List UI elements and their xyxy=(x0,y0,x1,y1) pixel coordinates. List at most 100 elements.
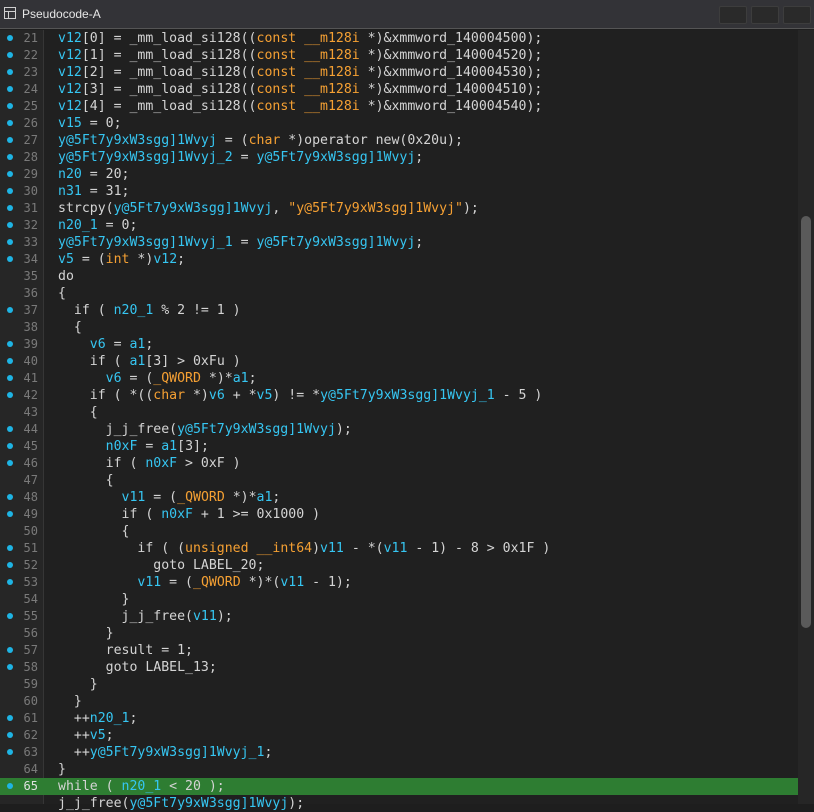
code-line[interactable]: 33 y@5Ft7y9xW3sgg]1Wvyj_1 = y@5Ft7y9xW3sg… xyxy=(0,234,798,251)
code-text: while ( n20_1 < 20 ); xyxy=(58,779,225,794)
breakpoint-dot-icon[interactable] xyxy=(7,647,13,653)
code-text: ++n20_1; xyxy=(58,711,138,726)
code-line[interactable]: 49 if ( n0xF + 1 >= 0x1000 ) xyxy=(0,506,798,523)
breakpoint-dot-icon[interactable] xyxy=(7,307,13,313)
code-text: if ( n20_1 % 2 != 1 ) xyxy=(58,303,241,318)
code-line[interactable]: 55 j_j_free(v11); xyxy=(0,608,798,625)
code-line[interactable]: 23 v12[2] = _mm_load_si128((const __m128i… xyxy=(0,64,798,81)
breakpoint-dot-icon[interactable] xyxy=(7,613,13,619)
code-line[interactable]: 65 while ( n20_1 < 20 ); xyxy=(0,778,798,795)
code-line[interactable]: 28 y@5Ft7y9xW3sgg]1Wvyj_2 = y@5Ft7y9xW3sg… xyxy=(0,149,798,166)
breakpoint-dot-icon[interactable] xyxy=(7,341,13,347)
vertical-scrollbar[interactable] xyxy=(798,30,814,804)
code-line[interactable]: 26 v15 = 0; xyxy=(0,115,798,132)
code-line[interactable]: 50 { xyxy=(0,523,798,540)
breakpoint-dot-icon[interactable] xyxy=(7,392,13,398)
breakpoint-dot-icon[interactable] xyxy=(7,511,13,517)
code-line[interactable]: 60 } xyxy=(0,693,798,710)
code-line[interactable]: 63 ++y@5Ft7y9xW3sgg]1Wvyj_1; xyxy=(0,744,798,761)
breakpoint-dot-icon[interactable] xyxy=(7,256,13,262)
code-line[interactable]: 22 v12[1] = _mm_load_si128((const __m128i… xyxy=(0,47,798,64)
breakpoint-dot-icon[interactable] xyxy=(7,443,13,449)
breakpoint-dot-icon[interactable] xyxy=(7,137,13,143)
code-line[interactable]: 40 if ( a1[3] > 0xFu ) xyxy=(0,353,798,370)
breakpoint-dot-icon[interactable] xyxy=(7,358,13,364)
breakpoint-dot-icon[interactable] xyxy=(7,562,13,568)
code-text: v6 = (_QWORD *)*a1; xyxy=(105,371,257,386)
window-button-close[interactable] xyxy=(783,6,811,24)
code-line[interactable]: 64} xyxy=(0,761,798,778)
code-line[interactable]: 58 goto LABEL_13; xyxy=(0,659,798,676)
breakpoint-dot-icon[interactable] xyxy=(7,205,13,211)
code-line[interactable]: 36 { xyxy=(0,285,798,302)
code-line[interactable]: 44 j_j_free(y@5Ft7y9xW3sgg]1Wvyj); xyxy=(0,421,798,438)
breakpoint-dot-icon[interactable] xyxy=(7,171,13,177)
code-line[interactable]: 32 n20_1 = 0; xyxy=(0,217,798,234)
code-line[interactable]: 30 n31 = 31; xyxy=(0,183,798,200)
code-text: if ( (unsigned __int64)v11 - *(v11 - 1) … xyxy=(58,541,551,556)
breakpoint-dot-icon[interactable] xyxy=(7,375,13,381)
breakpoint-dot-icon[interactable] xyxy=(7,154,13,160)
breakpoint-dot-icon[interactable] xyxy=(7,86,13,92)
code-text: { xyxy=(58,286,66,301)
code-line[interactable]: 38 { xyxy=(0,319,798,336)
breakpoint-dot-icon[interactable] xyxy=(7,664,13,670)
code-line[interactable]: 54 } xyxy=(0,591,798,608)
code-line[interactable]: 48 v11 = (_QWORD *)*a1; xyxy=(0,489,798,506)
code-line[interactable]: 31 strcpy(y@5Ft7y9xW3sgg]1Wvyj, "y@5Ft7y9… xyxy=(0,200,798,217)
breakpoint-dot-icon[interactable] xyxy=(7,188,13,194)
breakpoint-dot-icon[interactable] xyxy=(7,494,13,500)
code-line[interactable]: 47 { xyxy=(0,472,798,489)
code-line[interactable]: 35 do xyxy=(0,268,798,285)
breakpoint-dot-icon[interactable] xyxy=(7,35,13,41)
code-text: do xyxy=(58,269,74,284)
code-line[interactable]: 29 n20 = 20; xyxy=(0,166,798,183)
code-text: n0xF = a1[3]; xyxy=(105,439,209,454)
line-number: 64 xyxy=(23,762,38,776)
breakpoint-dot-icon[interactable] xyxy=(7,749,13,755)
code-line[interactable]: 24 v12[3] = _mm_load_si128((const __m128i… xyxy=(0,81,798,98)
code-line[interactable]: 46 if ( n0xF > 0xF ) xyxy=(0,455,798,472)
breakpoint-dot-icon[interactable] xyxy=(7,545,13,551)
code-line[interactable]: 45 n0xF = a1[3]; xyxy=(0,438,798,455)
line-number: 39 xyxy=(23,337,38,351)
breakpoint-dot-icon[interactable] xyxy=(7,460,13,466)
code-line[interactable]: 39 v6 = a1; xyxy=(0,336,798,353)
window-button-maximize[interactable] xyxy=(751,6,779,24)
breakpoint-dot-icon[interactable] xyxy=(7,239,13,245)
code-line[interactable]: 56 } xyxy=(0,625,798,642)
code-text: n31 = 31; xyxy=(58,184,130,199)
breakpoint-dot-icon[interactable] xyxy=(7,69,13,75)
code-line[interactable]: 61 ++n20_1; xyxy=(0,710,798,727)
pseudocode-window-icon xyxy=(4,7,16,19)
line-number: 51 xyxy=(23,541,38,555)
code-line[interactable]: 25 v12[4] = _mm_load_si128((const __m128i… xyxy=(0,98,798,115)
breakpoint-dot-icon[interactable] xyxy=(7,579,13,585)
pseudocode-editor[interactable]: 21 v12[0] = _mm_load_si128((const __m128i… xyxy=(0,30,814,811)
breakpoint-dot-icon[interactable] xyxy=(7,103,13,109)
code-line[interactable]: 59 } xyxy=(0,676,798,693)
breakpoint-dot-icon[interactable] xyxy=(7,732,13,738)
code-line[interactable]: 37 if ( n20_1 % 2 != 1 ) xyxy=(0,302,798,319)
code-line[interactable]: 51 if ( (unsigned __int64)v11 - *(v11 - … xyxy=(0,540,798,557)
breakpoint-dot-icon[interactable] xyxy=(7,120,13,126)
breakpoint-dot-icon[interactable] xyxy=(7,222,13,228)
code-line[interactable]: 34 v5 = (int *)v12; xyxy=(0,251,798,268)
code-line[interactable]: 52 goto LABEL_20; xyxy=(0,557,798,574)
code-line[interactable]: 42 if ( *((char *)v6 + *v5) != *y@5Ft7y9… xyxy=(0,387,798,404)
code-line[interactable]: 62 ++v5; xyxy=(0,727,798,744)
code-line[interactable]: 53 v11 = (_QWORD *)*(v11 - 1); xyxy=(0,574,798,591)
code-line[interactable]: 27 y@5Ft7y9xW3sgg]1Wvyj = (char *)operato… xyxy=(0,132,798,149)
breakpoint-dot-icon[interactable] xyxy=(7,52,13,58)
breakpoint-dot-icon[interactable] xyxy=(7,783,13,789)
code-text: } xyxy=(58,592,130,607)
breakpoint-dot-icon[interactable] xyxy=(7,715,13,721)
code-line[interactable]: 41 v6 = (_QWORD *)*a1; xyxy=(0,370,798,387)
code-line[interactable]: 21 v12[0] = _mm_load_si128((const __m128i… xyxy=(0,30,798,47)
scrollbar-thumb[interactable] xyxy=(801,216,811,628)
code-line[interactable]: 57 result = 1; xyxy=(0,642,798,659)
window-button-restore[interactable] xyxy=(719,6,747,24)
breakpoint-dot-icon[interactable] xyxy=(7,426,13,432)
code-line[interactable]: 43 { xyxy=(0,404,798,421)
code-text: j_j_free(v11); xyxy=(58,609,233,624)
